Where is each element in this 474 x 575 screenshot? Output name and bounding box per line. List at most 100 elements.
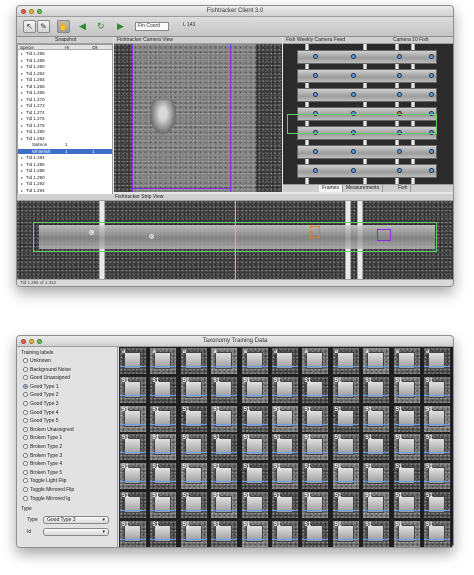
disclosure-triangle-icon[interactable]: ▸ [21,155,23,160]
thumbnail-cell[interactable]: 51 [331,491,360,519]
radio-button[interactable] [23,461,28,467]
radio-button[interactable] [23,426,28,432]
disclosure-triangle-icon[interactable]: ▸ [21,123,23,128]
thumbnail-cell[interactable]: a [149,347,178,375]
thumbnail-cell[interactable]: 51 [423,462,451,491]
thumbnail-cell[interactable]: a [362,347,391,375]
zoom-button[interactable] [37,9,42,14]
radio-button[interactable] [23,392,28,398]
thumbnail-cell[interactable]: 51 [331,462,360,491]
thumbnail-cell[interactable]: 51 [423,491,451,519]
thumbnail-cell[interactable]: 51 [362,462,391,491]
training-zoom-button[interactable] [37,339,42,344]
disclosure-triangle-icon[interactable]: ▸ [21,51,23,56]
frame-counter[interactable]: L 143 [181,22,203,31]
thumbnail-cell[interactable]: a [423,347,451,375]
thumbnail-cell[interactable]: 51 [210,491,239,519]
thumbnail-cell[interactable]: 51 [119,404,147,433]
disclosure-triangle-icon[interactable]: ▸ [21,116,23,121]
feed-detection-box[interactable] [287,114,437,134]
thumbnail-cell[interactable]: 51 [271,375,299,404]
thumbnail-cell[interactable]: 51 [331,433,360,462]
radio-button[interactable] [23,383,28,389]
thumbnail-cell[interactable]: 51 [392,433,421,462]
list-item[interactable]: ▸ Tid 1.282 [18,136,112,141]
radio-button[interactable] [23,444,28,449]
disclosure-triangle-icon[interactable]: ▸ [21,129,23,134]
close-button[interactable] [21,9,26,14]
thumbnail-cell[interactable]: 51 [179,375,208,404]
thumbnail-cell[interactable]: 51 [179,433,208,462]
thumbnail-cell[interactable]: 51 [362,433,391,462]
thumbnail-cell[interactable]: 51 [179,491,208,519]
list-item[interactable]: ▸ Tid 1.262 [18,71,112,76]
thumbnail-cell[interactable]: 51 [392,491,421,519]
thumbnail-cell[interactable]: 51 [331,404,360,433]
minimize-button[interactable] [29,9,34,14]
thumbnail-cell[interactable]: 51 [423,433,451,462]
label-option[interactable]: Good Type 4 [23,409,59,417]
title-bar[interactable]: Fishtracker Client 3.0 [17,6,453,17]
disclosure-triangle-icon[interactable]: ▸ [21,175,23,180]
thumbnail-cell[interactable]: 51 [362,375,391,404]
tab-frames[interactable]: Frames [319,185,343,192]
radio-button[interactable] [23,435,28,441]
thumbnail-cell[interactable]: 51 [271,404,299,433]
thumbnail-cell[interactable]: 51 [392,462,421,491]
disclosure-triangle-icon[interactable]: ▸ [21,71,23,76]
thumbnail-cell[interactable]: 51 [119,433,147,462]
label-option[interactable]: Good Type 5 [23,418,59,425]
thumbnail-cell[interactable]: 51 [119,519,147,547]
tab-measurements[interactable]: Measurements [343,185,384,192]
training-title-bar[interactable]: Taxonomy Training Data [17,336,453,347]
thumbnail-cell[interactable]: 51 [362,519,391,547]
label-option[interactable]: Good Type 1 [23,383,59,391]
list-item[interactable]: ▸ Tid 1.256 [18,51,112,56]
thumbnail-cell[interactable]: 51 [119,375,147,404]
disclosure-triangle-icon[interactable]: ▸ [21,58,23,63]
thumbnail-cell[interactable]: 51 [149,404,178,433]
thumbnail-cell[interactable]: 51 [119,491,147,519]
back-icon[interactable]: ◀ [79,21,86,31]
thumbnail-cell[interactable]: 51 [240,375,269,404]
radio-button[interactable] [23,469,28,475]
thumbnail-cell[interactable]: 51 [331,519,360,547]
thumbnail-cell[interactable]: 51 [210,462,239,491]
thumbnail-cell[interactable]: 51 [301,404,330,433]
thumbnail-cell[interactable]: 51 [392,375,421,404]
thumbnail-cell[interactable]: a [271,347,299,375]
label-option[interactable]: Broken Type 2 [23,444,62,451]
disclosure-triangle-icon[interactable]: ▸ [21,136,23,141]
thumbnail-cell[interactable]: a [301,347,330,375]
tab-fish[interactable]: Fish [395,185,412,192]
list-item[interactable]: ▸ Tid 1.274 [18,110,112,115]
disclosure-triangle-icon[interactable]: ▸ [21,84,23,89]
thumbnail-cell[interactable]: 51 [149,375,178,404]
refresh-icon[interactable]: ↻ [97,21,105,31]
list-item[interactable]: ▸ Tid 1.294 [18,188,112,193]
thumbnail-cell[interactable]: 51 [210,433,239,462]
label-option[interactable]: Background Noise [23,366,71,374]
thumbnail-cell[interactable]: 51 [392,404,421,433]
thumbnail-cell[interactable]: 51 [362,404,391,433]
disclosure-triangle-icon[interactable]: ▸ [21,168,23,173]
radio-button[interactable] [23,478,28,484]
radio-button[interactable] [23,375,28,381]
strip-view[interactable]: ◎ ◎ [17,201,453,279]
label-option[interactable]: Good Type 3 [23,401,59,408]
thumbnail-cell[interactable]: 51 [392,519,421,547]
radio-button[interactable] [23,401,28,406]
thumbnail-cell[interactable]: 51 [210,519,239,547]
label-option[interactable]: Broken Type 4 [23,461,62,468]
thumbnail-cell[interactable]: a [240,347,269,375]
thumbnail-cell[interactable]: 51 [301,375,330,404]
thumbnail-cell[interactable]: 51 [149,519,178,547]
thumbnail-cell[interactable]: 51 [179,404,208,433]
thumbnail-cell[interactable]: a [119,347,147,375]
thumbnail-cell[interactable]: 51 [271,462,299,491]
list-item[interactable]: Whitefish 1 1 [18,148,112,154]
thumbnail-cell[interactable]: 51 [301,519,330,547]
thumbnail-cell[interactable]: 51 [331,375,360,404]
thumbnail-cell[interactable]: 51 [271,491,299,519]
thumbnail-cell[interactable]: 51 [149,462,178,491]
